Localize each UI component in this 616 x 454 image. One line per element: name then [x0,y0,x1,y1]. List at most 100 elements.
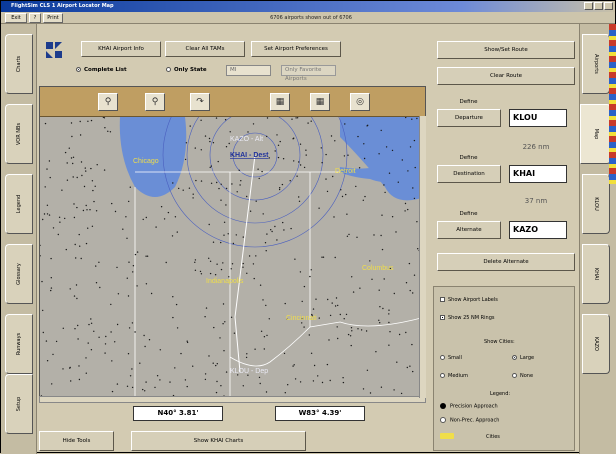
airport-dot[interactable] [92,189,94,192]
airport-dot[interactable] [252,263,255,265]
airport-dot[interactable] [320,147,322,149]
airport-dot[interactable] [216,380,218,383]
tab-setup[interactable]: Setup [5,374,33,434]
airport-dot[interactable] [116,383,119,385]
airport-dot[interactable] [276,239,278,241]
airport-dot[interactable] [103,117,106,119]
airport-dot[interactable] [214,274,217,276]
airport-dot[interactable] [42,331,44,334]
airport-dot[interactable] [414,166,416,169]
airport-dot[interactable] [409,289,411,292]
airport-dot[interactable] [185,142,188,144]
airport-dot[interactable] [128,261,130,263]
airport-dot[interactable] [388,313,390,315]
airport-dot[interactable] [411,118,413,120]
airport-dot[interactable] [76,206,78,209]
airport-dot[interactable] [404,202,407,205]
airport-dot[interactable] [208,137,211,140]
airport-dot[interactable] [393,389,395,391]
close-button[interactable] [604,2,613,10]
airport-dot[interactable] [416,221,418,223]
airport-dot[interactable] [298,161,300,163]
show-rings-checkbox[interactable]: Show 25 NM Rings [440,315,495,321]
airport-dot[interactable] [312,308,315,310]
clear-route-button[interactable]: Clear Route [437,67,575,85]
airport-dot[interactable] [50,277,52,279]
airport-dot[interactable] [366,125,368,127]
airport-dot[interactable] [246,353,248,355]
airport-dot[interactable] [90,119,93,122]
airport-dot[interactable] [96,164,98,166]
airport-dot[interactable] [339,313,341,316]
airport-dot[interactable] [186,385,188,388]
airport-dot[interactable] [49,176,51,179]
airport-dot[interactable] [176,327,179,329]
airport-dot[interactable] [160,206,163,208]
airport-dot[interactable] [255,255,257,257]
airport-dot[interactable] [99,286,101,289]
airport-dot[interactable] [249,210,252,212]
airport-dot[interactable] [259,284,262,286]
airport-dot[interactable] [192,197,194,199]
map-view-1-tool[interactable]: ▦ [270,93,290,111]
airport-dot[interactable] [299,271,302,273]
airport-dot[interactable] [122,228,124,230]
airport-dot[interactable] [127,295,130,297]
airport-dot[interactable] [144,345,146,348]
airport-dot[interactable] [94,185,96,187]
airport-dot[interactable] [326,363,329,366]
airport-dot[interactable] [215,391,218,394]
airport-dot[interactable] [337,337,339,340]
alternate-field[interactable]: KAZO [509,221,567,239]
airport-dot[interactable] [263,336,266,338]
airport-dot[interactable] [148,339,151,341]
map-canvas[interactable]: KAZO - Alt KHAI - Dest KLOU - Dep Chicag… [40,117,425,402]
exit-button[interactable]: Exit [5,13,27,23]
airport-dot[interactable] [154,386,156,389]
airport-dot[interactable] [220,199,222,201]
airport-dot[interactable] [266,233,268,235]
airport-dot[interactable] [366,369,369,371]
airport-dot[interactable] [401,159,403,161]
airport-dot[interactable] [82,209,85,212]
airport-dot[interactable] [80,161,83,163]
tab-glossary[interactable]: Glossary [5,244,33,304]
airport-dot[interactable] [228,142,230,145]
airport-dot[interactable] [180,352,182,355]
airport-dot[interactable] [383,184,385,186]
airport-dot[interactable] [359,287,361,289]
airport-dot[interactable] [209,260,212,262]
airport-dot[interactable] [93,330,95,332]
airport-dot[interactable] [248,255,251,257]
airport-dot[interactable] [356,236,358,238]
cities-medium-radio[interactable]: Medium [440,373,468,379]
airport-dot[interactable] [325,153,327,156]
airport-dot[interactable] [268,318,270,320]
airport-dot[interactable] [242,385,244,387]
airport-dot[interactable] [268,157,270,159]
airport-dot[interactable] [200,180,203,182]
departure-button[interactable]: Departure [437,109,501,127]
airport-dot[interactable] [184,379,187,381]
airport-dot[interactable] [186,341,189,344]
airport-dot[interactable] [70,122,73,124]
airport-dot[interactable] [45,340,48,342]
airport-dot[interactable] [281,183,284,186]
airport-dot[interactable] [68,147,70,149]
airport-dot[interactable] [59,221,61,223]
airport-dot[interactable] [404,210,406,212]
airport-dot[interactable] [369,392,372,394]
airport-dot[interactable] [330,135,333,137]
airport-dot[interactable] [57,233,59,236]
airport-dot[interactable] [266,117,269,119]
airport-dot[interactable] [343,318,345,320]
airport-dot[interactable] [245,356,248,359]
cities-small-radio[interactable]: Small [440,355,462,361]
airport-dot[interactable] [188,187,191,189]
airport-dot[interactable] [204,373,207,375]
airport-dot[interactable] [298,196,300,198]
airport-dot[interactable] [142,218,144,221]
airport-dot[interactable] [329,314,332,317]
airport-dot[interactable] [86,209,88,211]
airport-dot[interactable] [117,293,120,295]
